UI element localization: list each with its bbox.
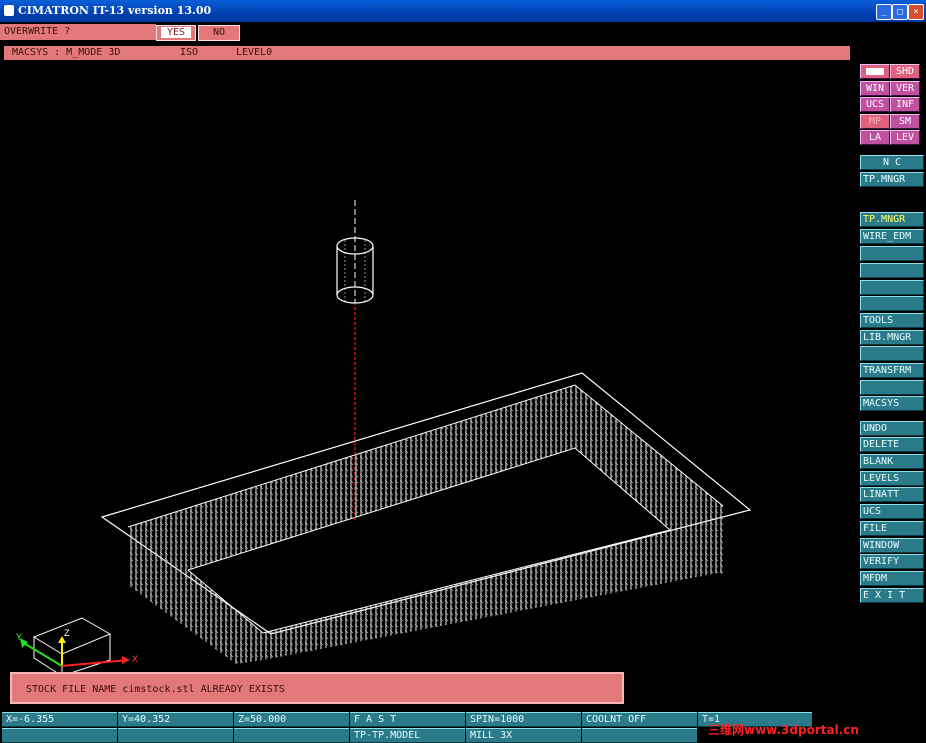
toggle-ucs[interactable]: UCS <box>860 97 890 112</box>
menu-exit[interactable]: E X I T <box>860 588 924 603</box>
graphics-viewport[interactable]: Z X Y <box>0 0 926 743</box>
menu-nc[interactable]: N C <box>860 155 924 170</box>
menu-delete[interactable]: DELETE <box>860 437 924 452</box>
toggle-la[interactable]: LA <box>860 130 890 145</box>
menu-lib-mngr[interactable]: LIB.MNGR <box>860 330 924 345</box>
watermark: 三维网www.3dportal.cn <box>708 723 859 737</box>
toggle-mp[interactable]: MP <box>860 114 890 129</box>
menu-tp-mngr-active[interactable]: TP.MNGR <box>860 212 924 227</box>
menu-empty-1[interactable] <box>860 246 924 261</box>
axis-triad <box>20 617 130 677</box>
menu-empty-6[interactable] <box>860 380 924 395</box>
menu-empty-5[interactable] <box>860 346 924 361</box>
menu-verify[interactable]: VERIFY <box>860 554 924 569</box>
pocket-wall-back <box>128 385 575 570</box>
x-axis-label: X <box>132 654 138 664</box>
menu-tools[interactable]: TOOLS <box>860 313 924 328</box>
status-empty-3 <box>234 728 349 743</box>
toggle-inf[interactable]: INF <box>890 97 920 112</box>
wire-swatch <box>866 67 884 75</box>
status-tp-model[interactable]: TP-TP.MODEL <box>350 728 465 743</box>
z-axis-label: Z <box>64 628 70 638</box>
menu-levels[interactable]: LEVELS <box>860 471 924 486</box>
menu-empty-2[interactable] <box>860 263 924 278</box>
menu-transfrm[interactable]: TRANSFRM <box>860 363 924 378</box>
toggle-lev[interactable]: LEV <box>890 130 920 145</box>
status-z: Z=50.000 <box>234 712 349 727</box>
status-mill-mode[interactable]: MILL 3X <box>466 728 581 743</box>
status-empty-1 <box>2 728 117 743</box>
status-spin[interactable]: SPIN=1000 <box>466 712 581 727</box>
menu-file[interactable]: FILE <box>860 521 924 536</box>
menu-undo[interactable]: UNDO <box>860 421 924 436</box>
toggle-sm[interactable]: SM <box>890 114 920 129</box>
menu-tp-mngr-top[interactable]: TP.MNGR <box>860 172 924 187</box>
menu-window[interactable]: WINDOW <box>860 538 924 553</box>
menu-ucs[interactable]: UCS <box>860 504 924 519</box>
menu-blank[interactable]: BLANK <box>860 454 924 469</box>
triad-box-top <box>32 617 112 655</box>
menu-macsys[interactable]: MACSYS <box>860 396 924 411</box>
x-arrowhead <box>122 656 130 664</box>
y-axis-label: Y <box>16 632 22 642</box>
menu-linatt[interactable]: LINATT <box>860 487 924 502</box>
y-axis-arrow <box>21 641 63 667</box>
message-box: STOCK FILE NAME cimstock.stl ALREADY EXI… <box>10 672 624 704</box>
toggle-ver[interactable]: VER <box>890 81 920 96</box>
toggle-shd[interactable]: SHD <box>890 64 920 79</box>
toggle-win[interactable]: WIN <box>860 81 890 96</box>
pocket-wall-front <box>263 530 723 660</box>
status-empty-2 <box>118 728 233 743</box>
status-empty-4 <box>582 728 697 743</box>
menu-empty-4[interactable] <box>860 296 924 311</box>
status-y: Y=40.352 <box>118 712 233 727</box>
menu-mfdm[interactable]: MFDM <box>860 571 924 586</box>
menu-empty-3[interactable] <box>860 280 924 295</box>
toggle-wire[interactable] <box>860 64 890 79</box>
menu-wire-edm[interactable]: WIRE_EDM <box>860 229 924 244</box>
status-coolant[interactable]: COOLNT OFF <box>582 712 697 727</box>
status-feed-mode[interactable]: F A S T <box>350 712 465 727</box>
status-x: X=-6.355 <box>2 712 117 727</box>
